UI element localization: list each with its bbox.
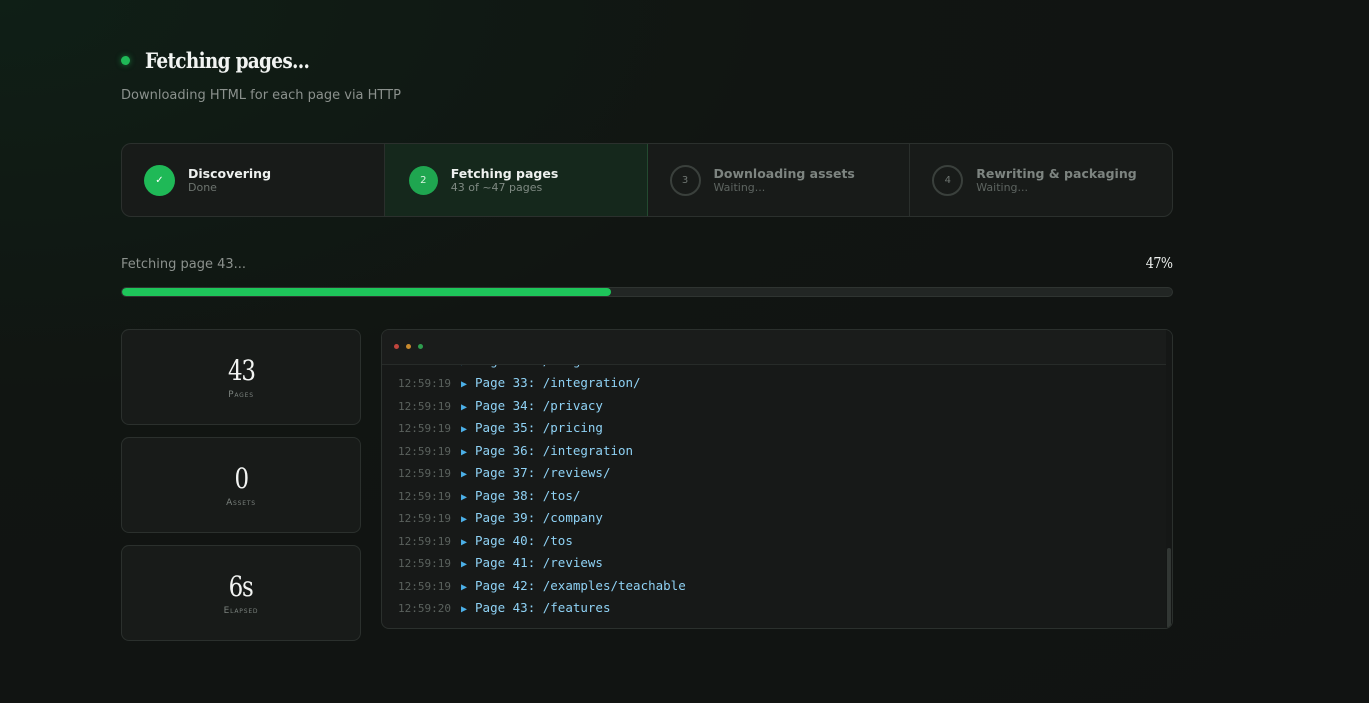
log-message: Page 33: /integration/ — [475, 375, 641, 390]
stat-value: 0 — [234, 462, 249, 495]
play-arrow-icon: ▶ — [460, 604, 468, 615]
log-timestamp: 12:59:19 — [398, 444, 451, 458]
stat-card-elapsed: 6s Elapsed — [121, 545, 361, 641]
progress-bar — [121, 287, 1173, 297]
stat-card-assets: 0 Assets — [121, 437, 361, 533]
step-status: Waiting... — [713, 180, 766, 194]
log-line: 12:59:19 ▶ Page 34: /privacy — [398, 395, 1162, 418]
stat-value: 6s — [229, 570, 254, 603]
step-discovering: ✓ Discovering Done — [122, 144, 385, 216]
log-timestamp: 12:59:19 — [398, 422, 451, 435]
step-rewriting-packaging: 4 Rewriting & packaging Waiting... — [910, 144, 1172, 216]
log-message: Page 41: /reviews — [475, 555, 603, 570]
log-console[interactable]: 12:59:19▶Page 31: /blog/12:59:19▶Page 32… — [381, 329, 1173, 629]
log-line: 12:59:20 ▶ Page 43: /features — [398, 597, 1162, 620]
play-arrow-icon: ▶ — [460, 559, 468, 570]
step-title: Downloading assets — [713, 165, 855, 181]
play-arrow-icon: ▶ — [460, 379, 468, 390]
status-dot-icon — [121, 56, 130, 65]
log-timestamp: 12:59:19 — [398, 557, 451, 570]
scrollbar-thumb[interactable] — [1167, 548, 1171, 628]
page-title: Fetching pages... — [145, 48, 310, 73]
log-message: Page 37: /reviews/ — [475, 465, 611, 480]
log-list: 12:59:19▶Page 31: /blog/12:59:19▶Page 32… — [398, 330, 1162, 620]
window-dots — [394, 344, 423, 349]
step-fetching-pages: 2 Fetching pages 43 of ~47 pages — [384, 144, 648, 216]
log-line: 12:59:19 ▶ Page 41: /reviews — [398, 552, 1162, 575]
play-arrow-icon: ▶ — [460, 536, 468, 548]
log-timestamp: 12:59:19 — [398, 579, 451, 593]
log-line: 12:59:19 ▶ Page 40: /tos — [398, 530, 1162, 553]
progress-label: Fetching page 43... — [121, 257, 247, 272]
stat-value: 43 — [227, 354, 256, 387]
log-timestamp: 12:59:19 — [398, 377, 451, 390]
play-arrow-icon: ▶ — [460, 424, 468, 435]
play-arrow-icon: ▶ — [460, 469, 468, 480]
log-line: 12:59:19 ▶ Page 35: /pricing — [398, 417, 1162, 440]
log-message: Page 36: /integration — [475, 442, 634, 458]
play-arrow-icon: ▶ — [460, 514, 468, 525]
step-status: 43 of ~47 pages — [450, 180, 543, 194]
log-line: 12:59:19 ▶ Page 39: /company — [398, 507, 1162, 530]
log-message: Page 34: /privacy — [475, 397, 603, 413]
step-indicator: ✓ Discovering Done 2 Fetching pages 43 o… — [121, 143, 1173, 217]
stats-column: 43 Pages 0 Assets 6s Elapsed — [121, 329, 361, 653]
stat-card-pages: 43 Pages — [121, 329, 361, 425]
step-downloading-assets: 3 Downloading assets Waiting... — [648, 144, 911, 216]
step-title: Rewriting & packaging — [976, 165, 1137, 181]
stat-label: Pages — [228, 390, 254, 400]
log-line: 12:59:19 ▶ Page 36: /integration — [398, 440, 1162, 463]
window-dot-icon — [394, 344, 399, 349]
log-line: 12:59:19 ▶ Page 38: /tos/ — [398, 485, 1162, 508]
log-timestamp: 12:59:19 — [398, 467, 451, 480]
log-line: 12:59:19 ▶ Page 33: /integration/ — [398, 372, 1162, 395]
log-line: 12:59:19 ▶ Page 42: /examples/teachable — [398, 575, 1162, 598]
log-timestamp: 12:59:19 — [398, 399, 451, 413]
step-number-badge: 3 — [669, 164, 701, 196]
step-status: Waiting... — [976, 180, 1029, 194]
step-title: Discovering — [188, 165, 272, 181]
step-number-badge: 4 — [932, 164, 964, 196]
window-dot-icon — [406, 344, 411, 349]
stat-label: Elapsed — [223, 606, 259, 616]
play-arrow-icon: ▶ — [460, 446, 468, 458]
step-title: Fetching pages — [450, 165, 559, 181]
log-message: Page 35: /pricing — [475, 420, 603, 435]
log-message: Page 38: /tos/ — [475, 487, 581, 503]
check-icon: ✓ — [144, 164, 175, 196]
step-number-badge: 2 — [408, 165, 438, 195]
play-arrow-icon: ▶ — [460, 581, 468, 593]
stat-label: Assets — [226, 498, 256, 508]
console-title-bar — [382, 330, 1166, 365]
window-dot-icon — [418, 344, 423, 349]
log-message: Page 39: /company — [475, 510, 603, 525]
log-timestamp: 12:59:19 — [398, 489, 451, 503]
header: Fetching pages... — [121, 48, 332, 73]
log-timestamp: 12:59:19 — [398, 534, 451, 548]
scrollbar-track[interactable] — [1166, 330, 1172, 628]
step-status: Done — [188, 180, 217, 194]
log-message: Page 43: /features — [475, 600, 611, 615]
log-message: Page 42: /examples/teachable — [475, 577, 686, 593]
play-arrow-icon: ▶ — [460, 491, 468, 503]
progress-bar-fill — [122, 288, 612, 296]
progress-percent: 47% — [1146, 254, 1173, 272]
play-arrow-icon: ▶ — [460, 401, 468, 413]
log-line: 12:59:19 ▶ Page 37: /reviews/ — [398, 462, 1162, 485]
log-message: Page 40: /tos — [475, 532, 573, 548]
log-timestamp: 12:59:19 — [398, 512, 451, 525]
page-subtitle: Downloading HTML for each page via HTTP — [121, 88, 401, 103]
log-timestamp: 12:59:20 — [398, 602, 451, 615]
